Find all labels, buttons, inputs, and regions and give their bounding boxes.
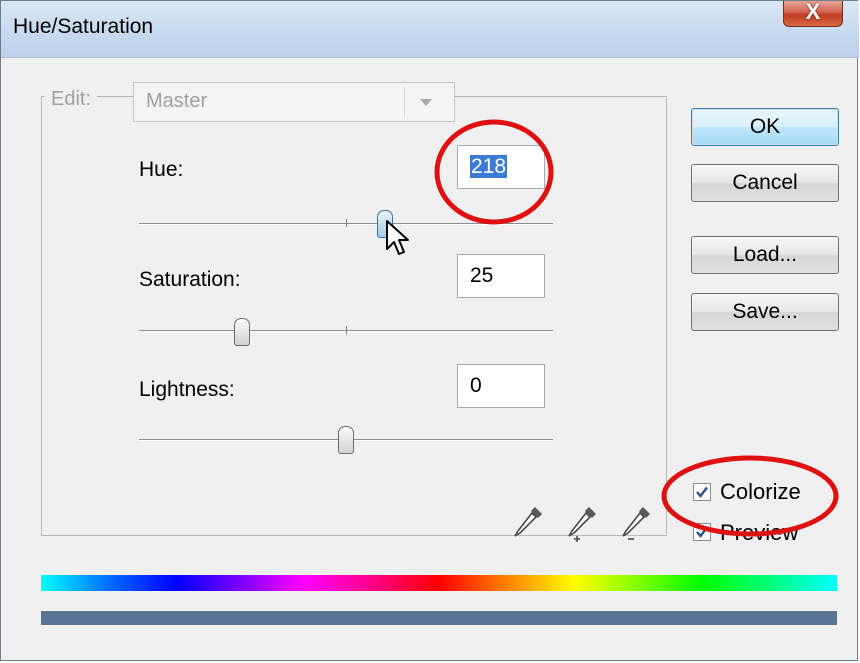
input-hue-spectrum-bar: [41, 575, 837, 591]
colorize-checkbox[interactable]: [693, 483, 711, 501]
eyedropper-plus-icon[interactable]: [565, 504, 599, 544]
saturation-slider-thumb[interactable]: [234, 318, 250, 346]
lightness-slider-thumb[interactable]: [338, 426, 354, 454]
hue-slider-center-tick: [346, 219, 347, 227]
edit-dropdown[interactable]: Master: [133, 82, 455, 122]
edit-dropdown-value: Master: [146, 90, 208, 112]
hue-input[interactable]: 218: [457, 145, 545, 189]
lightness-input[interactable]: 0: [457, 364, 545, 408]
hue-label: Hue:: [139, 158, 184, 181]
close-icon: X: [805, 0, 821, 24]
dialog-body: Edit: Master Hue: 218 Saturation: 25 Lig…: [13, 58, 847, 650]
cancel-button[interactable]: Cancel: [691, 164, 839, 202]
mouse-pointer-icon: [386, 220, 409, 255]
hue-saturation-dialog: Hue/Saturation X Edit: Master Hue: 218 S…: [0, 0, 859, 661]
colorize-label[interactable]: Colorize: [720, 479, 801, 505]
adjustment-group: [41, 96, 667, 536]
title-bar[interactable]: Hue/Saturation X: [1, 0, 859, 58]
dialog-title: Hue/Saturation: [13, 15, 154, 38]
saturation-value: 25: [470, 264, 494, 287]
saturation-input[interactable]: 25: [457, 254, 545, 298]
eyedropper-minus-icon[interactable]: [619, 504, 653, 544]
saturation-slider-center-tick: [346, 326, 347, 334]
saturation-label: Saturation:: [139, 268, 241, 291]
preview-checkbox[interactable]: [693, 523, 711, 541]
checkmark-icon: [696, 486, 708, 498]
lightness-label: Lightness:: [139, 378, 235, 401]
eyedropper-icon[interactable]: [511, 504, 545, 540]
output-color-bar: [41, 611, 837, 625]
dropdown-separator: [404, 87, 405, 117]
load-button[interactable]: Load...: [691, 236, 839, 274]
lightness-value: 0: [470, 374, 482, 397]
save-button[interactable]: Save...: [691, 293, 839, 331]
hue-value: 218: [470, 155, 508, 178]
chevron-down-icon: [420, 99, 432, 106]
preview-label[interactable]: Preview: [720, 520, 798, 546]
close-button[interactable]: X: [783, 0, 843, 27]
ok-button[interactable]: OK: [691, 108, 839, 146]
edit-label: Edit:: [45, 88, 98, 111]
checkmark-icon: [696, 526, 708, 538]
